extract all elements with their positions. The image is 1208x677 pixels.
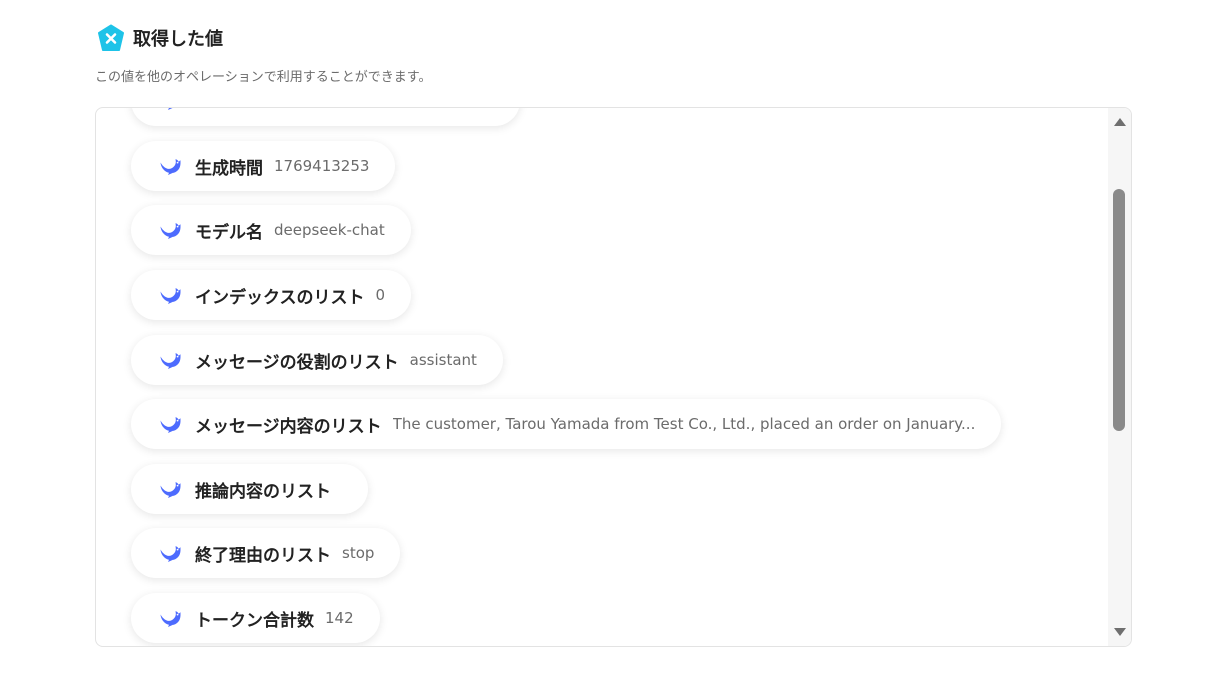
item-label: モデル名 xyxy=(195,222,263,243)
deepseek-whale-icon xyxy=(158,285,182,305)
yoom-logo-icon xyxy=(98,24,124,51)
output-values-panel: 生成時間 1769413253 モデル名 deepseek-chat インデック… xyxy=(95,107,1132,647)
item-value: assistant xyxy=(409,351,477,369)
output-value-item[interactable] xyxy=(131,108,520,126)
scroll-up-arrow-icon[interactable] xyxy=(1114,118,1126,126)
deepseek-whale-icon xyxy=(158,350,182,370)
scrollbar-thumb[interactable] xyxy=(1113,189,1125,431)
item-label: 生成時間 xyxy=(195,158,263,179)
item-label: インデックスのリスト xyxy=(195,287,365,308)
item-label: 終了理由のリスト xyxy=(195,545,331,566)
item-label: メッセージの役割のリスト xyxy=(195,352,399,373)
item-value: 1769413253 xyxy=(274,157,370,175)
deepseek-whale-icon xyxy=(158,108,182,111)
deepseek-whale-icon xyxy=(158,414,182,434)
deepseek-whale-icon xyxy=(158,479,182,499)
deepseek-whale-icon xyxy=(158,608,182,628)
output-value-item[interactable]: メッセージの役割のリスト assistant xyxy=(131,335,503,385)
output-value-item[interactable]: 生成時間 1769413253 xyxy=(131,141,396,191)
item-value: 142 xyxy=(325,609,354,627)
item-label: トークン合計数 xyxy=(195,610,314,631)
output-value-item[interactable]: 推論内容のリスト xyxy=(131,464,368,514)
item-label: 推論内容のリスト xyxy=(195,481,331,502)
section-title: 取得した値 xyxy=(133,29,223,50)
item-value: The customer, Tarou Yamada from Test Co.… xyxy=(392,415,976,433)
output-value-item[interactable]: メッセージ内容のリスト The customer, Tarou Yamada f… xyxy=(131,399,1002,449)
output-value-item[interactable]: 終了理由のリスト stop xyxy=(131,528,401,578)
output-value-item[interactable]: インデックスのリスト 0 xyxy=(131,270,412,320)
deepseek-whale-icon xyxy=(158,156,182,176)
output-value-item[interactable]: トークン合計数 142 xyxy=(131,593,380,643)
scroll-down-arrow-icon[interactable] xyxy=(1114,628,1126,636)
section-subtitle: この値を他のオペレーションで利用することができます。 xyxy=(95,70,432,85)
item-value: deepseek-chat xyxy=(274,221,385,239)
output-value-item[interactable]: モデル名 deepseek-chat xyxy=(131,205,411,255)
output-values-list: 生成時間 1769413253 モデル名 deepseek-chat インデック… xyxy=(96,108,1108,646)
vertical-scrollbar[interactable] xyxy=(1108,108,1131,646)
item-value: stop xyxy=(342,544,375,562)
deepseek-whale-icon xyxy=(158,220,182,240)
item-label: メッセージ内容のリスト xyxy=(195,416,382,437)
deepseek-whale-icon xyxy=(158,543,182,563)
item-value: 0 xyxy=(375,286,386,304)
section-header: 取得した値 xyxy=(97,24,223,52)
